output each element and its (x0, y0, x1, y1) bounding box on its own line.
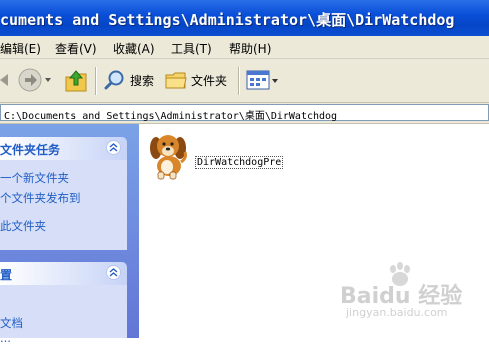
address-bar: C:\Documents and Settings\Administrator\… (0, 103, 489, 124)
up-folder-button[interactable] (64, 66, 88, 94)
task-link-share[interactable]: 此文件夹 (0, 218, 46, 234)
toolbar: 搜索 文件夹 (0, 59, 489, 103)
task-pane: 文件夹任务 一个新文件夹 个文件夹发布到 此文件夹 置 文档 ... (0, 124, 139, 345)
file-name[interactable]: DirWatchdogPre (195, 156, 284, 169)
menu-edit[interactable]: 编辑(E) (0, 40, 41, 57)
place-link-documents[interactable]: 文档 (0, 315, 23, 331)
folder-icon (165, 72, 187, 89)
menu-favorites[interactable]: 收藏(A) (113, 40, 155, 57)
file-tasks-title: 文件夹任务 (0, 143, 61, 157)
window-title: cuments and Settings\Administrator\桌面\Di… (0, 11, 455, 29)
views-icon (246, 70, 278, 90)
back-button[interactable] (0, 66, 10, 94)
other-places-header[interactable]: 置 (0, 262, 127, 285)
collapse-chevron-icon[interactable] (106, 265, 121, 280)
forward-arrow-icon (18, 68, 51, 92)
address-field[interactable]: C:\Documents and Settings\Administrator\… (0, 104, 489, 122)
task-link-publish[interactable]: 个文件夹发布到 (0, 190, 81, 206)
file-tasks-header[interactable]: 文件夹任务 (0, 137, 127, 160)
search-icon (104, 70, 124, 90)
dog-icon (150, 135, 187, 180)
file-tasks-body: 一个新文件夹 个文件夹发布到 此文件夹 (0, 160, 127, 250)
forward-button[interactable] (18, 66, 54, 94)
menu-view[interactable]: 查看(V) (55, 40, 97, 57)
title-bar[interactable]: cuments and Settings\Administrator\桌面\Di… (0, 0, 489, 36)
toolbar-separator (238, 67, 240, 95)
toolbar-separator (95, 67, 97, 95)
back-arrow-icon (0, 74, 8, 86)
address-path: C:\Documents and Settings\Administrator\… (4, 111, 338, 122)
task-link-new-folder[interactable]: 一个新文件夹 (0, 170, 69, 186)
baidu-watermark: Baidu 经验 jingyan.baidu.com (340, 262, 489, 322)
file-item[interactable]: DirWatchdogPre (147, 132, 284, 183)
place-link-more[interactable]: ... (0, 331, 11, 345)
watermark-url: jingyan.baidu.com (346, 306, 448, 319)
collapse-chevron-icon[interactable] (106, 140, 121, 155)
folders-label: 文件夹 (191, 73, 228, 88)
views-button[interactable] (246, 66, 280, 94)
menu-tools[interactable]: 工具(T) (171, 40, 212, 57)
other-places-title: 置 (0, 268, 13, 282)
up-folder-icon (65, 70, 87, 92)
other-places-body: 文档 ... (0, 285, 127, 345)
search-button[interactable]: 搜索 (104, 66, 154, 94)
search-label: 搜索 (130, 73, 155, 88)
folders-button[interactable]: 文件夹 (165, 66, 227, 94)
menu-help[interactable]: 帮助(H) (229, 40, 271, 57)
menu-bar: 编辑(E) 查看(V) 收藏(A) 工具(T) 帮助(H) (0, 36, 489, 59)
